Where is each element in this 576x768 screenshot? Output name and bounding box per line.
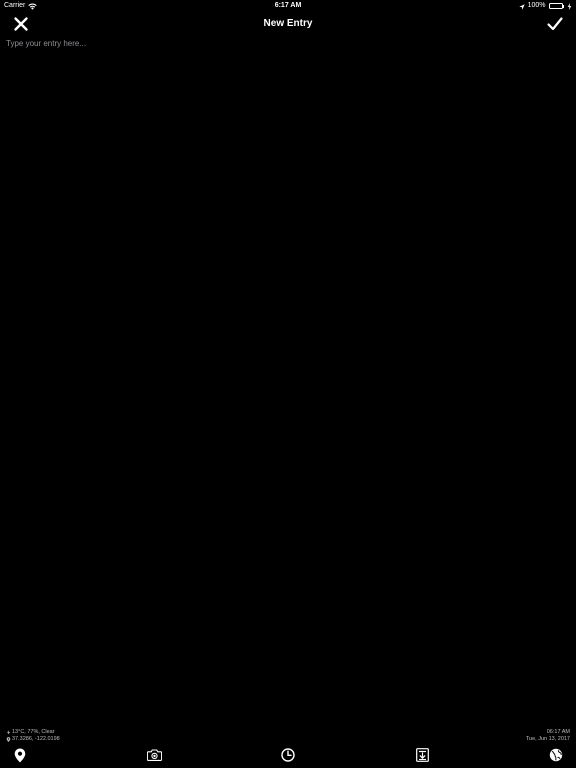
entry-metadata-left: 13°C, 77%, Clear 37.3286, -122.0198 xyxy=(6,729,60,743)
done-button[interactable] xyxy=(546,15,564,33)
status-time: 6:17 AM xyxy=(274,2,302,9)
template-download-icon xyxy=(415,748,429,762)
checkmark-icon xyxy=(547,17,563,31)
location-button[interactable] xyxy=(12,747,28,763)
coordinates-row: 37.3286, -122.0198 xyxy=(6,736,60,743)
bottom-toolbar xyxy=(0,744,576,766)
entry-time: 06:17 AM xyxy=(546,729,570,735)
status-right: 100% xyxy=(518,0,572,12)
entry-text-input[interactable] xyxy=(6,39,570,719)
time-button[interactable] xyxy=(280,747,296,763)
location-arrow-icon xyxy=(518,3,525,10)
camera-button[interactable] xyxy=(146,747,162,763)
template-button[interactable] xyxy=(414,747,430,763)
location-pin-small-icon xyxy=(6,737,11,742)
charging-bolt-icon xyxy=(567,2,572,10)
camera-icon xyxy=(146,749,162,761)
clock-icon xyxy=(281,748,295,762)
coordinates-text: 37.3286, -122.0198 xyxy=(12,736,60,742)
weather-text: 13°C, 77%, Clear xyxy=(12,729,55,735)
weather-icon xyxy=(6,730,11,735)
battery-icon xyxy=(548,3,564,9)
globe-button[interactable] xyxy=(548,747,564,763)
entry-metadata-right: 06:17 AM Tue, Jun 13, 2017 xyxy=(526,729,570,743)
map-pin-icon xyxy=(14,748,26,762)
status-bar: Carrier 6:17 AM 100% xyxy=(0,0,576,12)
battery-percent: 100% xyxy=(527,2,546,9)
new-entry-screen: Carrier 6:17 AM 100% New Entry Type your… xyxy=(0,0,576,768)
globe-icon xyxy=(549,748,563,762)
entry-date: Tue, Jun 13, 2017 xyxy=(525,736,570,742)
nav-bar: New Entry xyxy=(0,12,576,36)
weather-row: 13°C, 77%, Clear xyxy=(6,729,60,736)
page-title: New Entry xyxy=(263,18,313,29)
